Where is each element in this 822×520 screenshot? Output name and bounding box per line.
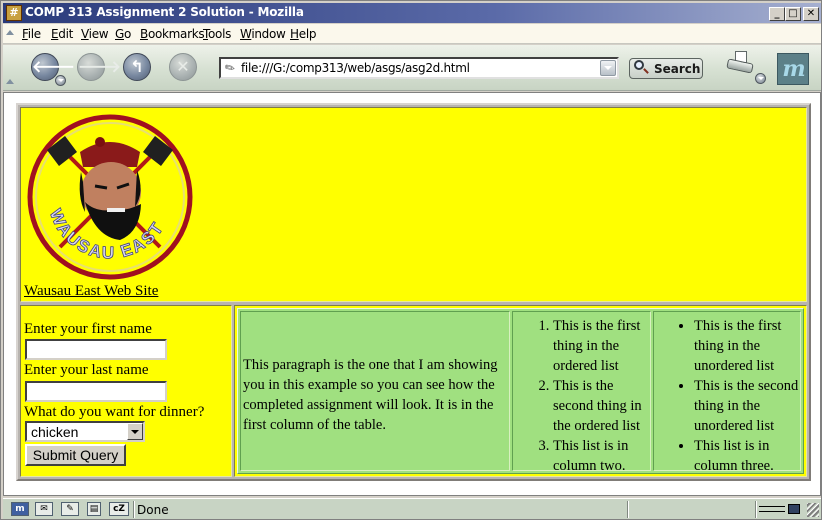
mozilla-app-icon[interactable]: # <box>6 5 22 21</box>
menu-window[interactable]: Window <box>240 27 286 41</box>
ordered-list-cell: This is the first thing in the ordered l… <box>512 311 651 474</box>
ordered-list: This is the first thing in the ordered l… <box>553 316 653 476</box>
unordered-list: This is the first thing in the unordered… <box>694 316 806 476</box>
menu-bookmarks[interactable]: Bookmarks <box>140 27 205 41</box>
search-icon <box>634 60 644 70</box>
back-arrow-icon: 🡐 <box>32 57 75 76</box>
reload-icon: ↰ <box>130 57 144 76</box>
stop-button[interactable]: ✕ <box>169 53 197 81</box>
submit-query-button[interactable]: Submit Query <box>25 444 126 466</box>
browser-window: # COMP 313 Assignment 2 Solution - Mozil… <box>0 0 822 520</box>
url-history-dropdown[interactable] <box>600 60 616 76</box>
nested-table: This paragraph is the one that I am show… <box>237 308 804 474</box>
toolbar-collapse-grip-icon[interactable] <box>6 79 14 84</box>
unordered-list-cell: This is the first thing in the unordered… <box>653 311 801 474</box>
menu-view[interactable]: View <box>81 27 109 41</box>
search-button-label: Search <box>654 62 701 76</box>
status-bar: m ✉ ✎ ▤ cZ Done <box>3 498 821 519</box>
list-item: This is the first thing in the unordered… <box>694 316 806 376</box>
resize-grip[interactable] <box>807 503 819 517</box>
connection-icon[interactable] <box>759 506 785 512</box>
list-item: This is the first thing in the ordered l… <box>553 316 653 376</box>
dinner-form: Enter your first name Enter your last na… <box>20 305 232 477</box>
dinner-select-value: chicken <box>31 424 79 440</box>
close-button[interactable]: ✕ <box>803 7 819 21</box>
dinner-label: What do you want for dinner? <box>24 404 205 420</box>
chatzilla-icon[interactable]: cZ <box>109 502 129 516</box>
first-name-label: Enter your first name <box>24 321 152 337</box>
last-name-label: Enter your last name <box>24 362 149 378</box>
menu-file[interactable]: File <box>22 27 41 41</box>
mail-icon[interactable]: ✉ <box>35 502 53 516</box>
chevron-down-icon[interactable] <box>127 423 143 440</box>
menu-go[interactable]: Go <box>115 27 131 41</box>
status-text: Done <box>137 503 169 517</box>
navigation-toolbar: 🡐 🡒 ↰ ✕ ✎ Search m <box>3 45 821 91</box>
minimize-button[interactable]: _ <box>769 7 785 21</box>
menu-edit[interactable]: Edit <box>51 27 73 41</box>
page-content: WAUSAU EAST Wausau East Web Site Enter y… <box>3 92 821 496</box>
address-book-icon[interactable]: ▤ <box>87 502 101 516</box>
forward-arrow-icon: 🡒 <box>78 57 121 76</box>
unlocked-padlock-icon[interactable] <box>788 504 800 514</box>
navigator-icon[interactable]: m <box>11 502 29 516</box>
header-cell: WAUSAU EAST Wausau East Web Site <box>20 107 807 302</box>
title-bar: # COMP 313 Assignment 2 Solution - Mozil… <box>3 3 821 23</box>
page-proxy-icon[interactable]: ✎ <box>222 59 238 76</box>
list-item: This list is in column two. <box>553 436 653 476</box>
menu-bar: File Edit View Go Bookmarks Tools Window… <box>3 24 821 44</box>
mozilla-throbber-logo[interactable]: m <box>777 53 809 85</box>
composer-icon[interactable]: ✎ <box>61 502 79 516</box>
search-button[interactable]: Search <box>629 58 703 79</box>
layout-table: WAUSAU EAST Wausau East Web Site Enter y… <box>16 103 811 481</box>
url-bar[interactable]: ✎ <box>219 57 619 79</box>
forward-button[interactable]: 🡒 <box>77 53 121 81</box>
toolbar-collapse-grip-icon[interactable] <box>6 30 14 35</box>
list-item: This list is in column three. <box>694 436 806 476</box>
content-cell: This paragraph is the one that I am show… <box>234 305 807 477</box>
stop-icon: ✕ <box>176 57 190 76</box>
back-history-dropdown[interactable] <box>55 75 66 86</box>
last-name-input[interactable] <box>25 381 167 402</box>
maximize-button[interactable]: □ <box>785 7 801 21</box>
paragraph-cell: This paragraph is the one that I am show… <box>240 311 510 471</box>
list-item: This is the second thing in the unordere… <box>694 376 806 436</box>
print-button[interactable] <box>726 51 754 75</box>
window-title: COMP 313 Assignment 2 Solution - Mozilla <box>25 5 304 19</box>
wausau-east-lumberjack-logo: WAUSAU EAST <box>27 114 193 280</box>
wausau-east-site-link[interactable]: Wausau East Web Site <box>24 283 158 300</box>
url-input[interactable] <box>241 60 601 76</box>
first-name-input[interactable] <box>25 339 167 360</box>
menu-tools[interactable]: Tools <box>203 27 231 41</box>
print-dropdown[interactable] <box>755 73 766 84</box>
reload-button[interactable]: ↰ <box>123 53 151 81</box>
dinner-select[interactable]: chicken <box>25 421 145 442</box>
list-item: This is the second thing in the ordered … <box>553 376 653 436</box>
menu-help[interactable]: Help <box>290 27 316 41</box>
example-paragraph: This paragraph is the one that I am show… <box>243 357 498 433</box>
